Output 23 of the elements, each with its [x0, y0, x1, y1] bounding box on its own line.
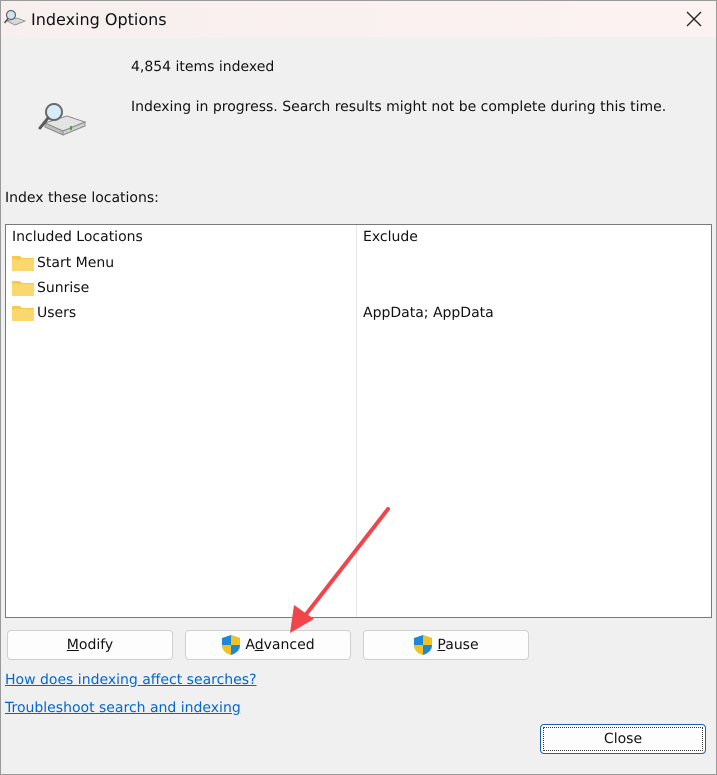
exclude-cell: AppData; AppData	[363, 304, 494, 320]
window-title: Indexing Options	[31, 10, 168, 28]
help-link[interactable]: How does indexing affect searches?	[5, 672, 257, 688]
action-button[interactable]: Modify	[7, 630, 173, 660]
status-message: Indexing in progress. Search results might not be complete during this time.	[131, 99, 666, 115]
shield-icon	[413, 634, 434, 656]
folder-icon	[12, 304, 34, 320]
folder-icon	[12, 280, 34, 296]
folder-icon	[12, 254, 34, 270]
location-item[interactable]: Sunrise	[12, 275, 350, 300]
location-item[interactable]: Users	[12, 300, 350, 325]
locations-label: Index these locations:	[5, 190, 160, 206]
items-indexed-count: 4,854 items indexed	[131, 59, 276, 75]
column-header: Included Locations	[12, 229, 144, 247]
action-button[interactable]: Pause	[363, 630, 529, 660]
action-button[interactable]: Advanced	[185, 630, 351, 660]
column-header: Exclude	[363, 229, 419, 247]
close-button[interactable]: Close	[540, 724, 706, 754]
close-icon[interactable]	[686, 11, 702, 27]
help-link[interactable]: Troubleshoot search and indexing	[5, 700, 241, 716]
drive-magnifier-icon	[37, 101, 87, 137]
shield-icon	[221, 634, 242, 656]
location-item[interactable]: Start Menu	[12, 250, 350, 275]
